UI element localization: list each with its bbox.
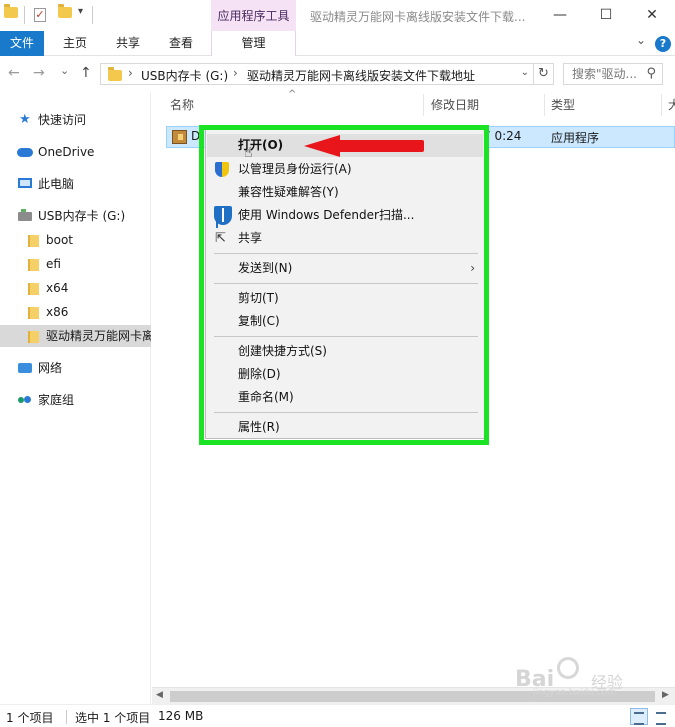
nav-item-onedrive[interactable]: OneDrive — [0, 141, 151, 163]
address-bar[interactable]: › USB内存卡 (G:) › 驱动精灵万能网卡离线版安装文件下载地址 ⌄ — [100, 63, 534, 85]
contextual-tab-header: 应用程序工具 — [211, 0, 296, 31]
watermark-url: jingyan.baidu.com — [533, 688, 617, 698]
recent-locations-dropdown-icon[interactable]: ⌄ — [60, 64, 69, 77]
folder-icon — [108, 67, 122, 81]
nav-item-x64[interactable]: x64 — [0, 277, 151, 299]
search-placeholder: 搜索"驱动... — [572, 67, 637, 81]
installer-package-icon — [172, 130, 187, 144]
status-bar: 1 个项目 选中 1 个项目 126 MB — [0, 704, 675, 727]
ribbon-expand-icon[interactable]: ⌄ — [636, 33, 646, 47]
arrow-shaft — [338, 140, 424, 152]
tab-view[interactable]: 查看 — [161, 31, 201, 56]
nav-item-label: 此电脑 — [38, 177, 75, 191]
breadcrumb-usb-drive[interactable]: USB内存卡 (G:) — [141, 67, 228, 84]
nav-item-quick-access[interactable]: ★ 快速访问 — [0, 109, 151, 131]
divider — [24, 6, 25, 24]
column-header-type[interactable]: 类型 — [551, 92, 575, 118]
nav-item-homegroup[interactable]: 家庭组 — [0, 389, 151, 411]
column-separator[interactable] — [661, 94, 662, 116]
hand-cursor-icon: ☝ — [244, 145, 253, 161]
column-separator[interactable] — [544, 94, 545, 116]
usb-drive-icon — [18, 209, 32, 221]
navigation-pane: ★ 快速访问 OneDrive 此电脑 USB内存卡 (G:) boot efi… — [0, 92, 151, 704]
nav-item-label: x64 — [46, 281, 69, 295]
folder-icon — [4, 4, 18, 23]
minimize-button[interactable]: — — [537, 0, 583, 31]
nav-item-label: USB内存卡 (G:) — [38, 209, 126, 223]
divider — [92, 6, 93, 24]
tab-home[interactable]: 主页 — [55, 31, 95, 56]
file-type: 应用程序 — [551, 131, 600, 145]
highlight-frame — [199, 125, 489, 445]
tab-share[interactable]: 共享 — [108, 31, 148, 56]
nav-item-label: OneDrive — [38, 145, 95, 159]
forward-arrow-icon[interactable]: → — [33, 65, 45, 81]
nav-item-x86[interactable]: x86 — [0, 301, 151, 323]
tab-file[interactable]: 文件 — [0, 31, 44, 56]
breadcrumb-separator: › — [233, 66, 238, 80]
folder-icon — [28, 235, 39, 247]
scroll-right-icon[interactable]: ▶ — [662, 690, 669, 700]
refresh-button[interactable]: ↻ — [534, 63, 554, 85]
maximize-button[interactable]: ☐ — [583, 0, 629, 31]
status-selected-count: 选中 1 个项目 — [75, 711, 151, 725]
quick-access-dropdown-icon[interactable]: ▾ — [78, 6, 83, 22]
nav-item-efi[interactable]: efi — [0, 253, 151, 275]
cloud-icon — [17, 148, 33, 157]
breadcrumb-current-folder[interactable]: 驱动精灵万能网卡离线版安装文件下载地址 — [247, 67, 475, 84]
nav-item-label: x86 — [46, 305, 69, 319]
nav-item-label: efi — [46, 257, 61, 271]
properties-check-icon[interactable]: ✓ — [34, 7, 46, 23]
back-arrow-icon[interactable]: ← — [8, 65, 20, 81]
arrow-head — [304, 135, 340, 157]
folder-icon — [28, 307, 39, 319]
title-bar: ✓ ▾ 应用程序工具 驱动精灵万能网卡离线版安装文件下载... — ☐ ✕ — [0, 0, 675, 31]
status-item-count: 1 个项目 — [6, 711, 54, 725]
large-icons-view-button[interactable] — [652, 708, 670, 725]
tab-manage[interactable]: 管理 — [211, 31, 296, 56]
search-icon[interactable]: ⚲ — [646, 64, 656, 84]
folder-icon — [28, 259, 39, 271]
status-selected-size: 126 MB — [158, 709, 204, 723]
nav-item-label: 快速访问 — [38, 113, 87, 127]
divider — [66, 710, 67, 724]
help-icon[interactable]: ? — [655, 36, 671, 52]
close-button[interactable]: ✕ — [629, 0, 675, 31]
address-row: ← → ⌄ ↑ › USB内存卡 (G:) › 驱动精灵万能网卡离线版安装文件下… — [0, 56, 675, 92]
baidu-watermark: Bai 经验 jingyan.baidu.com — [515, 655, 640, 698]
ribbon-tabs: 文件 主页 共享 查看 管理 ⌄ ? — [0, 31, 675, 56]
nav-item-network[interactable]: 网络 — [0, 357, 151, 379]
folder-icon — [28, 283, 39, 295]
nav-item-label: 驱动精灵万能网卡离 — [46, 329, 151, 343]
new-folder-icon[interactable] — [58, 4, 72, 23]
nav-item-this-pc[interactable]: 此电脑 — [0, 173, 151, 195]
column-header-name[interactable]: 名称 — [170, 92, 194, 118]
search-input[interactable]: 搜索"驱动... ⚲ — [563, 63, 663, 85]
details-view-button[interactable] — [630, 708, 648, 725]
star-icon: ★ — [19, 112, 31, 127]
column-header-date[interactable]: 修改日期 — [431, 92, 479, 118]
computer-icon — [18, 178, 32, 188]
paw-logo-icon — [557, 657, 579, 679]
nav-item-label: 家庭组 — [38, 393, 75, 407]
network-icon — [18, 363, 32, 373]
nav-item-label: 网络 — [38, 361, 63, 375]
up-arrow-icon[interactable]: ↑ — [80, 65, 92, 81]
homegroup-icon — [18, 394, 32, 406]
sort-ascending-icon: ^ — [288, 89, 297, 100]
folder-icon — [28, 331, 39, 343]
nav-item-current-folder[interactable]: 驱动精灵万能网卡离 — [0, 325, 151, 347]
column-header-size[interactable]: 大 — [668, 92, 675, 118]
annotation-arrow-icon — [304, 135, 424, 157]
column-separator[interactable] — [423, 94, 424, 116]
address-history-dropdown-icon[interactable]: ⌄ — [521, 67, 529, 78]
scroll-left-icon[interactable]: ◀ — [156, 690, 163, 700]
nav-item-boot[interactable]: boot — [0, 229, 151, 251]
breadcrumb-separator: › — [128, 66, 133, 80]
nav-item-usb-drive[interactable]: USB内存卡 (G:) — [0, 205, 151, 227]
nav-item-label: boot — [46, 233, 74, 247]
window-title: 驱动精灵万能网卡离线版安装文件下载... — [310, 10, 526, 24]
